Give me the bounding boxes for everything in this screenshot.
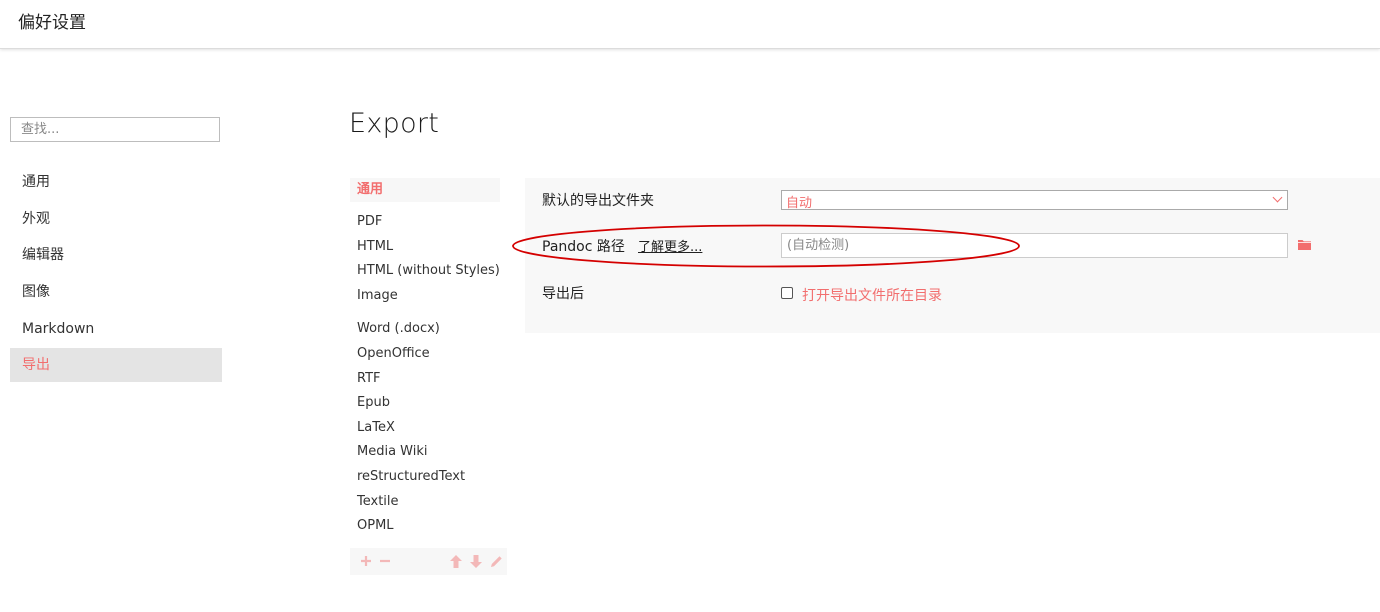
format-item-epub[interactable]: Epub	[350, 391, 500, 416]
title-bar: 偏好设置	[0, 0, 1380, 49]
format-item-image[interactable]: Image	[350, 284, 500, 309]
format-item-general[interactable]: 通用	[350, 178, 500, 202]
format-group-divider	[350, 308, 500, 317]
pencil-icon[interactable]	[490, 555, 503, 568]
open-folder-checkbox-label[interactable]: 打开导出文件所在目录	[802, 285, 942, 305]
sidebar-item-markdown[interactable]: Markdown	[10, 312, 222, 346]
sidebar-item-general[interactable]: 通用	[10, 165, 222, 199]
chevron-down-icon	[1272, 192, 1283, 203]
arrow-down-icon[interactable]	[470, 555, 482, 568]
format-item-restructuredtext[interactable]: reStructuredText	[350, 465, 500, 490]
export-settings-panel: 默认的导出文件夹 自动 Pandoc 路径 了解更多... 导出后 打开导出文件…	[525, 178, 1380, 333]
format-item-openoffice[interactable]: OpenOffice	[350, 342, 500, 367]
search-input[interactable]	[10, 117, 220, 142]
pandoc-path-label: Pandoc 路径	[542, 239, 625, 255]
open-folder-checkbox[interactable]	[781, 287, 793, 299]
format-item-html[interactable]: HTML	[350, 235, 500, 260]
page-title: Export	[349, 108, 440, 139]
format-item-opml[interactable]: OPML	[350, 514, 500, 539]
format-item-word[interactable]: Word (.docx)	[350, 317, 500, 342]
format-item-rtf[interactable]: RTF	[350, 367, 500, 392]
format-list-toolbar	[350, 548, 507, 575]
format-list: 通用 PDF HTML HTML (without Styles) Image …	[350, 178, 500, 539]
format-item-latex[interactable]: LaTeX	[350, 416, 500, 441]
sidebar-item-export[interactable]: 导出	[10, 348, 222, 383]
learn-more-link[interactable]: 了解更多...	[638, 236, 702, 255]
sidebar-item-appearance[interactable]: 外观	[10, 202, 222, 236]
sidebar-nav: 通用 外观 编辑器 图像 Markdown 导出	[10, 165, 222, 385]
folder-icon[interactable]	[1298, 239, 1311, 250]
arrow-up-icon[interactable]	[450, 555, 462, 568]
format-item-mediawiki[interactable]: Media Wiki	[350, 440, 500, 465]
export-folder-value: 自动	[786, 196, 813, 211]
sidebar-item-editor[interactable]: 编辑器	[10, 238, 222, 272]
format-item-pdf[interactable]: PDF	[350, 210, 500, 235]
after-export-label: 导出后	[542, 286, 584, 302]
format-item-html-without-styles[interactable]: HTML (without Styles)	[350, 259, 500, 284]
sidebar-item-image[interactable]: 图像	[10, 275, 222, 309]
export-folder-select[interactable]: 自动	[781, 190, 1288, 211]
plus-icon[interactable]	[360, 555, 372, 567]
minus-icon[interactable]	[379, 555, 391, 567]
export-folder-label: 默认的导出文件夹	[542, 193, 654, 209]
window-title: 偏好设置	[18, 13, 86, 33]
pandoc-path-input[interactable]	[781, 233, 1288, 258]
format-item-textile[interactable]: Textile	[350, 490, 500, 515]
